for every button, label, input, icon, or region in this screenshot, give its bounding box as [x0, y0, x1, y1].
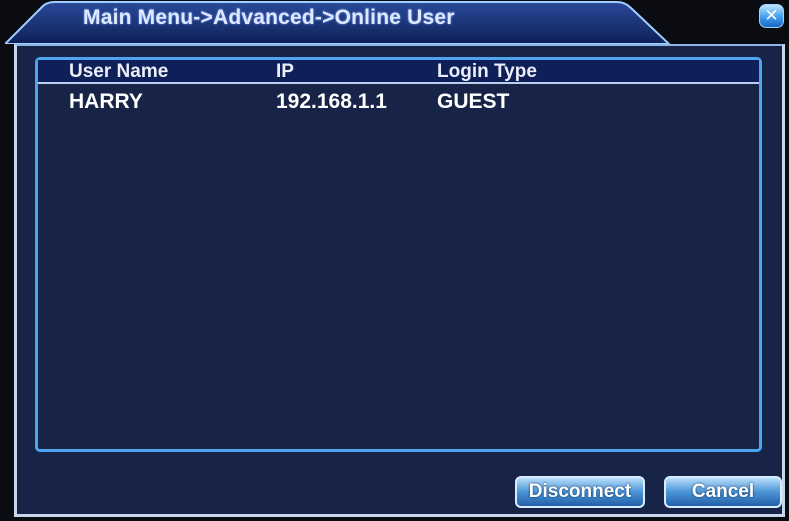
table-header: User Name IP Login Type [38, 60, 759, 84]
header-login-type: Login Type [437, 61, 537, 82]
header-user-name: User Name [69, 61, 169, 82]
close-icon: ✕ [764, 6, 779, 25]
dialog-body: User Name IP Login Type HARRY 192.168.1.… [14, 44, 785, 517]
close-button[interactable]: ✕ [759, 4, 784, 28]
title-bar: Main Menu->Advanced->Online User [5, 0, 670, 44]
table-row[interactable]: HARRY 192.168.1.1 GUEST [38, 90, 759, 120]
cell-login-type: GUEST [437, 90, 510, 113]
cell-ip: 192.168.1.1 [276, 90, 387, 113]
cell-user-name: HARRY [69, 90, 143, 113]
header-ip: IP [276, 61, 294, 82]
online-user-dialog: Main Menu->Advanced->Online User ✕ User … [0, 0, 789, 521]
window-title: Main Menu->Advanced->Online User [83, 6, 455, 29]
online-user-list: User Name IP Login Type HARRY 192.168.1.… [35, 57, 762, 452]
disconnect-button[interactable]: Disconnect [515, 476, 645, 508]
cancel-button[interactable]: Cancel [664, 476, 782, 508]
